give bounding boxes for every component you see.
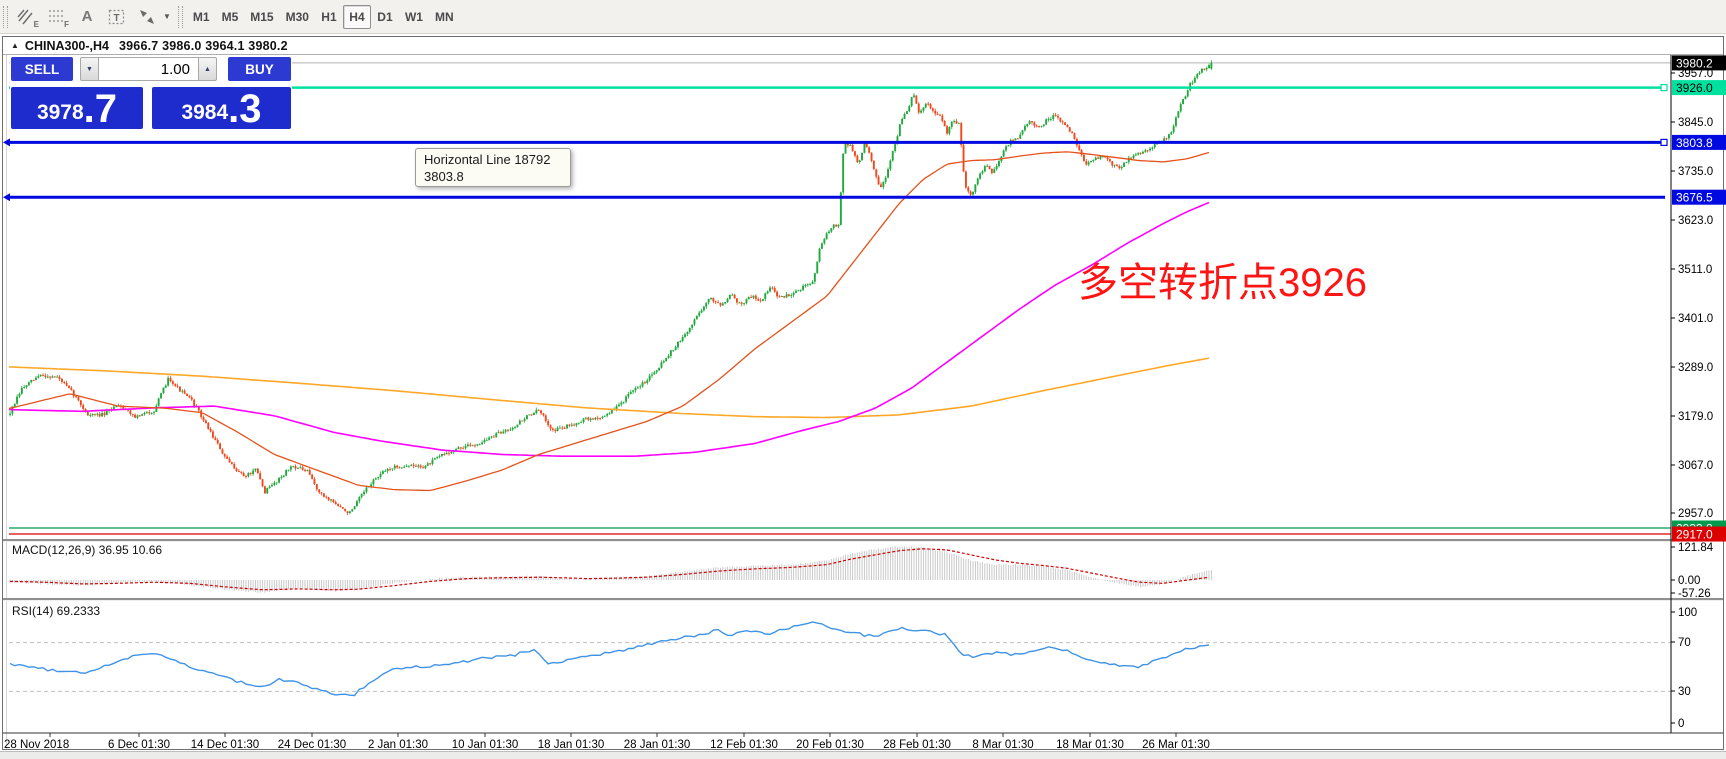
main-toolbar: E F A T ▼ M1M5M15M30H1H4D1W1MN — [0, 0, 1726, 34]
tooltip-line1: Horizontal Line 18792 — [424, 151, 562, 168]
svg-text:3926.0: 3926.0 — [1676, 81, 1713, 95]
sell-button[interactable]: SELL — [11, 57, 73, 81]
timeframe-button-w1[interactable]: W1 — [399, 5, 429, 29]
svg-text:3179.0: 3179.0 — [1678, 411, 1713, 423]
svg-text:28 Nov 2018: 28 Nov 2018 — [4, 739, 69, 751]
timeframe-button-m15[interactable]: M15 — [244, 5, 279, 29]
timeframe-button-mn[interactable]: MN — [429, 5, 460, 29]
toolbar-grip[interactable] — [3, 6, 8, 28]
svg-text:3735.0: 3735.0 — [1678, 166, 1713, 178]
svg-text:14 Dec 01:30: 14 Dec 01:30 — [191, 739, 259, 751]
svg-text:6 Dec 01:30: 6 Dec 01:30 — [108, 739, 170, 751]
tooltip-line2: 3803.8 — [424, 168, 562, 185]
hline-tooltip: Horizontal Line 18792 3803.8 — [415, 148, 571, 187]
macd-indicator-label: MACD(12,26,9) 36.95 10.66 — [12, 543, 162, 557]
text-label-icon[interactable]: T — [102, 4, 132, 30]
svg-text:28 Feb 01:30: 28 Feb 01:30 — [883, 739, 951, 751]
svg-text:18 Mar 01:30: 18 Mar 01:30 — [1056, 739, 1124, 751]
chart-title-bar: ▲ CHINA300-,H4 3966.7 3986.0 3964.1 3980… — [3, 37, 1723, 55]
svg-text:3803.8: 3803.8 — [1676, 136, 1713, 150]
svg-text:2957.0: 2957.0 — [1678, 508, 1713, 520]
svg-text:3289.0: 3289.0 — [1678, 362, 1713, 374]
svg-text:20 Feb 01:30: 20 Feb 01:30 — [796, 739, 864, 751]
timeframe-button-m5[interactable]: M5 — [216, 5, 245, 29]
buy-price-dec: .3 — [228, 92, 261, 126]
rsi-indicator-label: RSI(14) 69.2333 — [12, 604, 100, 618]
svg-text:3067.0: 3067.0 — [1678, 460, 1713, 472]
timeframe-button-d1[interactable]: D1 — [371, 5, 399, 29]
one-click-trade-panel: SELL ▼ ▲ BUY 3978 .7 3984 .3 — [10, 56, 292, 129]
fibonacci-icon[interactable]: F — [42, 4, 72, 30]
sell-price-dec: .7 — [84, 92, 117, 126]
volume-decrease-button[interactable]: ▼ — [80, 57, 99, 81]
svg-text:-57.26: -57.26 — [1678, 588, 1711, 600]
collapse-icon[interactable]: ▲ — [11, 41, 19, 50]
sell-price-box[interactable]: 3978 .7 — [11, 87, 143, 129]
svg-text:12 Feb 01:30: 12 Feb 01:30 — [710, 739, 778, 751]
timeframe-button-h1[interactable]: H1 — [315, 5, 343, 29]
equidistant-channel-icon[interactable]: E — [12, 4, 42, 30]
svg-text:24 Dec 01:30: 24 Dec 01:30 — [278, 739, 346, 751]
timeframe-button-h4[interactable]: H4 — [343, 5, 371, 29]
buy-price-int: 3984 — [181, 102, 228, 126]
line-handle — [1661, 85, 1667, 91]
svg-text:26 Mar 01:30: 26 Mar 01:30 — [1142, 739, 1210, 751]
svg-text:3623.0: 3623.0 — [1678, 215, 1713, 227]
volume-increase-button[interactable]: ▲ — [198, 57, 217, 81]
rsi-line — [10, 622, 1209, 696]
sell-price-int: 3978 — [37, 102, 84, 126]
svg-text:8 Mar 01:30: 8 Mar 01:30 — [972, 739, 1033, 751]
timeframe-button-m1[interactable]: M1 — [187, 5, 216, 29]
svg-text:3676.5: 3676.5 — [1676, 191, 1713, 205]
svg-text:100: 100 — [1678, 607, 1697, 619]
timeframe-bar: M1M5M15M30H1H4D1W1MN — [187, 5, 460, 29]
svg-text:18 Jan 01:30: 18 Jan 01:30 — [538, 739, 605, 751]
line-left-arrow-icon — [3, 138, 10, 146]
symbol-period-label: CHINA300-,H4 — [25, 39, 109, 53]
svg-text:10 Jan 01:30: 10 Jan 01:30 — [452, 739, 519, 751]
svg-text:3401.0: 3401.0 — [1678, 313, 1713, 325]
buy-button[interactable]: BUY — [228, 57, 291, 81]
svg-text:30: 30 — [1678, 686, 1691, 698]
svg-text:3980.2: 3980.2 — [1676, 56, 1713, 70]
buy-price-box[interactable]: 3984 .3 — [152, 87, 291, 129]
svg-text:3845.0: 3845.0 — [1678, 117, 1713, 129]
svg-text:2917.0: 2917.0 — [1676, 528, 1713, 542]
status-strip — [0, 751, 1726, 759]
text-icon[interactable]: A — [72, 4, 102, 30]
svg-text:0: 0 — [1678, 718, 1684, 730]
ohlc-values: 3966.7 3986.0 3964.1 3980.2 — [119, 39, 288, 53]
svg-text:121.84: 121.84 — [1678, 542, 1714, 554]
volume-input[interactable] — [99, 57, 198, 81]
timeframe-grip[interactable] — [178, 6, 183, 28]
line-left-arrow-icon — [3, 193, 10, 201]
chart-text-annotation: 多空转折点3926 — [1078, 250, 1438, 308]
svg-text:70: 70 — [1678, 637, 1691, 649]
svg-text:0.00: 0.00 — [1678, 575, 1700, 587]
svg-text:28 Jan 01:30: 28 Jan 01:30 — [624, 739, 691, 751]
arrows-icon[interactable] — [132, 4, 162, 30]
svg-text:T: T — [113, 13, 119, 24]
svg-text:2 Jan 01:30: 2 Jan 01:30 — [368, 739, 428, 751]
line-handle — [1661, 139, 1667, 145]
svg-text:3511.0: 3511.0 — [1678, 264, 1712, 276]
arrows-dropdown-icon[interactable]: ▼ — [163, 12, 171, 21]
timeframe-button-m30[interactable]: M30 — [280, 5, 315, 29]
